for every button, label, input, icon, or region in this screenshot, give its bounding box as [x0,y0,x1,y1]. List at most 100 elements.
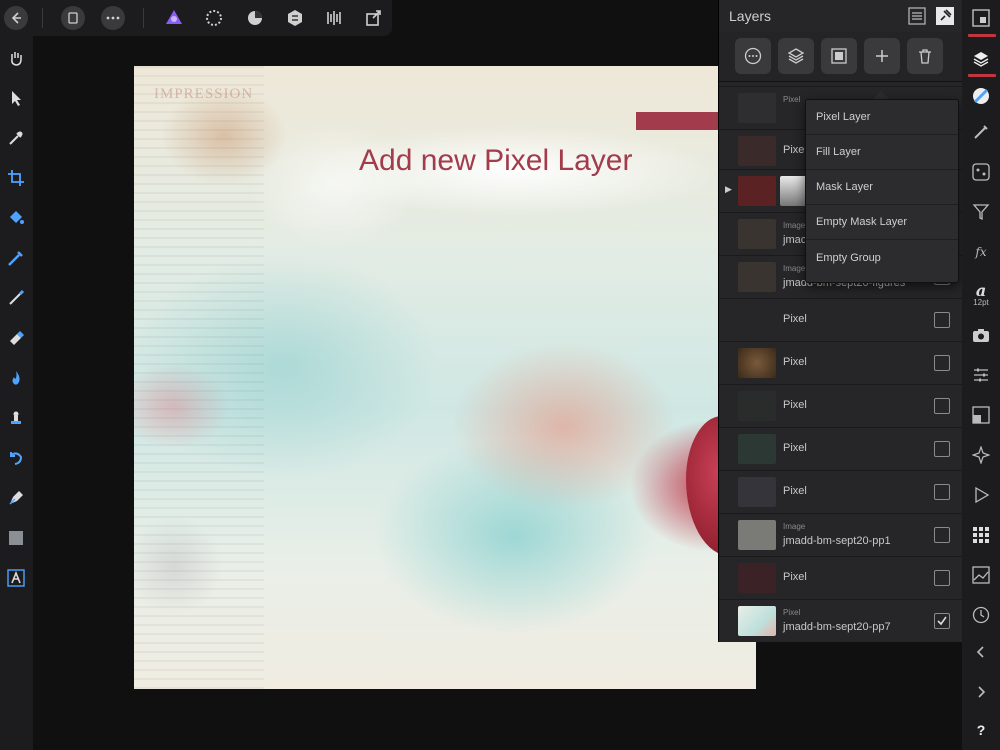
eyedropper-icon [9,131,23,145]
play-icon [975,486,990,504]
affinity-photo-app: IMPRESSION Add new Pixel Layer Layers Pi… [0,0,1000,750]
back-button[interactable] [4,6,28,30]
macro-studio-button[interactable] [969,483,993,507]
history-studio-button[interactable] [969,603,993,627]
add-layer-button[interactable] [864,38,900,74]
layer-visibility-checkbox[interactable] [934,613,950,629]
move-tool[interactable] [4,86,28,110]
layer-row[interactable]: Pixel [719,341,963,384]
erase-brush-tool[interactable] [4,326,28,350]
brushes-studio-button[interactable] [969,120,993,144]
layer-visibility-checkbox[interactable] [934,527,950,543]
active-studio-marker [968,34,996,37]
healing-brush-tool[interactable] [4,446,28,470]
layer-visibility-checkbox[interactable] [934,312,950,328]
text-tool-icon [7,569,25,587]
sliders-studio-button[interactable] [969,363,993,387]
layer-options-button[interactable] [735,38,771,74]
navigator-studio-button[interactable] [969,6,993,30]
menu-item-pixel-layer[interactable]: Pixel Layer [806,100,958,135]
layer-name: jmadd-bm-sept20-pp1 [783,535,891,547]
layer-visibility-checkbox[interactable] [934,398,950,414]
clone-tool[interactable] [4,406,28,430]
hand-tool[interactable] [4,46,28,70]
help-button[interactable]: ? [969,718,993,742]
color-picker-tool[interactable] [4,126,28,150]
layer-row[interactable]: Pixel [719,384,963,427]
export-persona-button[interactable] [323,6,347,30]
color-studio-button[interactable] [969,84,993,108]
layer-row[interactable]: Pixel jmadd-bm-sept20-pp7 [719,599,963,642]
pin-panel-button[interactable] [935,6,955,26]
undo-brush-icon [10,452,23,465]
mask-layer-button[interactable] [821,38,857,74]
stock-studio-button[interactable] [969,563,993,587]
collapse-right-button[interactable] [969,680,993,704]
layer-name: Pixel [783,571,807,583]
layer-name: jmadd-bm-sept20-pp7 [783,621,891,633]
layer-row[interactable]: Pixel [719,298,963,341]
tone-mapping-persona-button[interactable] [283,6,307,30]
layer-visibility-checkbox[interactable] [934,441,950,457]
layer-name: Pixel [783,313,807,325]
layers-stack-icon [787,48,805,64]
text-size-label: 12pt [973,298,989,307]
back-icon [4,6,28,30]
toolbar-divider [42,8,43,28]
layer-name: Pixel [783,485,807,497]
layer-thumbnail [738,520,776,550]
fx-studio-button[interactable]: fx [969,240,993,264]
layer-row[interactable]: Image jmadd-bm-sept20-pp1 [719,513,963,556]
menu-item-fill-layer[interactable]: Fill Layer [806,135,958,170]
plus-icon [876,50,888,62]
menu-item-empty-mask-layer[interactable]: Empty Mask Layer [806,205,958,240]
pen-tool[interactable] [4,486,28,510]
layer-visibility-checkbox[interactable] [934,355,950,371]
layer-type-label: Image [783,221,806,230]
layer-name: jmac [783,234,807,246]
menu-item-mask-layer[interactable]: Mask Layer [806,170,958,205]
rectangle-icon [9,531,23,545]
layer-type-label: Image [783,522,806,531]
expand-group-icon[interactable]: ▶ [725,184,732,195]
transform-icon [972,406,990,424]
chevron-right-icon [978,686,986,698]
studio-bar: fx a 12pt ? [962,0,1000,750]
menu-item-empty-group[interactable]: Empty Group [806,240,958,275]
rectangle-tool[interactable] [4,526,28,550]
layer-styles-button[interactable] [778,38,814,74]
panel-menu-button[interactable] [907,6,927,26]
collapse-left-button[interactable] [969,640,993,664]
photo-persona-button[interactable] [162,6,186,30]
transform-studio-button[interactable] [969,403,993,427]
selection-brush-tool[interactable] [4,246,28,270]
crop-tool[interactable] [4,166,28,190]
camera-studio-button[interactable] [969,323,993,347]
develop-persona-button[interactable] [243,6,267,30]
burn-tool[interactable] [4,366,28,390]
delete-layer-button[interactable] [907,38,943,74]
layers-studio-button[interactable] [969,47,993,71]
layer-visibility-checkbox[interactable] [934,570,950,586]
layer-row[interactable]: Pixel [719,470,963,513]
annotation-text: Add new Pixel Layer [359,144,633,177]
layer-row[interactable]: Pixel [719,556,963,599]
document-button[interactable] [61,6,85,30]
layer-thumbnail [738,305,776,335]
share-button[interactable] [362,6,386,30]
paint-brush-tool[interactable] [4,286,28,310]
more-button[interactable] [101,6,125,30]
layer-visibility-checkbox[interactable] [934,484,950,500]
compass-icon [972,446,990,464]
color-wheel-icon [973,88,989,104]
swatches-studio-button[interactable] [969,523,993,547]
channels-studio-button[interactable] [969,160,993,184]
artistic-text-tool[interactable] [4,566,28,590]
flood-fill-tool[interactable] [4,206,28,230]
navigator-compass-button[interactable] [969,443,993,467]
liquify-persona-button[interactable] [202,6,226,30]
pen-nib-icon [9,491,23,505]
adjustments-studio-button[interactable] [969,200,993,224]
layer-row[interactable]: Pixel [719,427,963,470]
layers-icon [973,52,989,67]
